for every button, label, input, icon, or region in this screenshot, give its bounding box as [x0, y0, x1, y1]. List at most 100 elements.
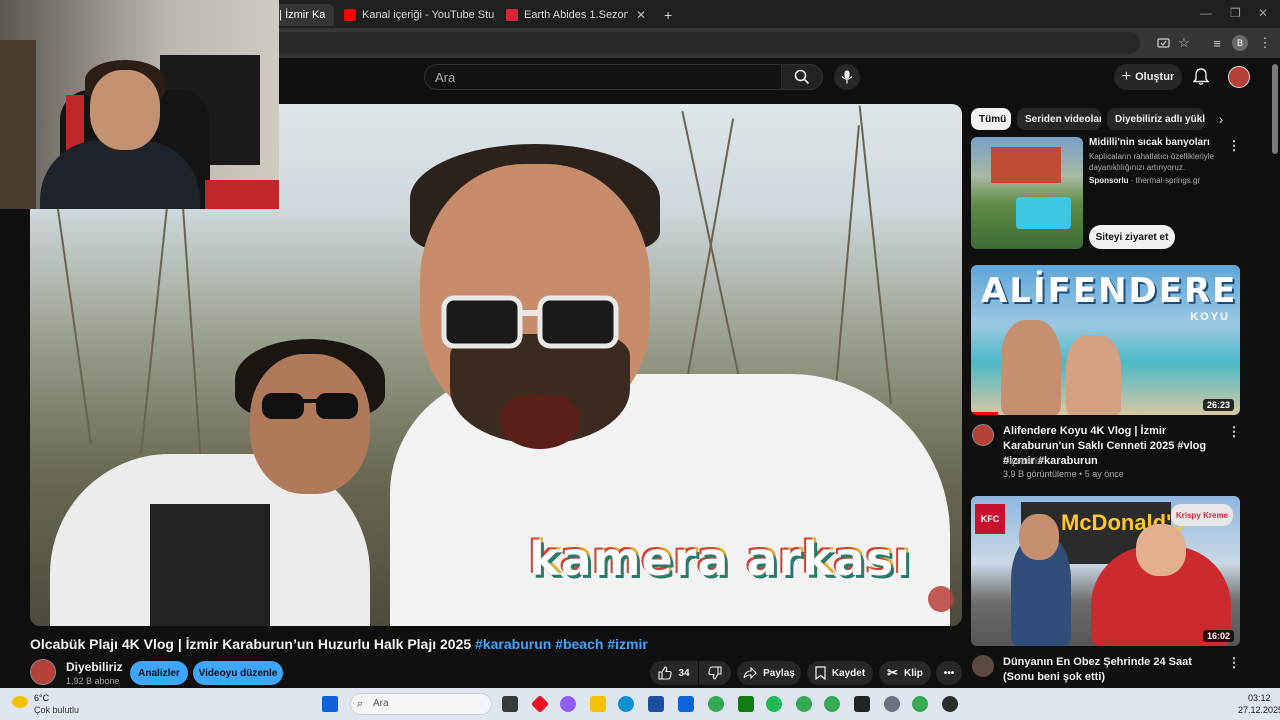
notifications-button[interactable] [1190, 66, 1212, 88]
close-icon[interactable]: ✕ [333, 8, 334, 22]
share-icon [743, 667, 757, 679]
sunglasses-icon [262, 393, 358, 419]
streamer-face [90, 70, 160, 150]
door [0, 40, 36, 209]
visit-site-button[interactable]: Siteyi ziyaret et [1089, 225, 1175, 249]
woman-face [250, 354, 370, 494]
task-view-icon[interactable] [502, 696, 518, 712]
search-input[interactable]: Ara [424, 64, 782, 90]
microphone-icon [841, 70, 853, 84]
scrollbar[interactable] [1272, 64, 1278, 154]
browser-menu-icon[interactable]: ⋮ [1256, 34, 1274, 52]
weather-cloud-icon[interactable] [12, 696, 28, 708]
minimize-icon[interactable]: — [1200, 6, 1212, 20]
ad-sponsor-line: Sponsorlu · thermal-springs.gr [1089, 176, 1200, 185]
app-icon[interactable] [530, 694, 550, 714]
edit-video-button[interactable]: Videoyu düzenle [193, 661, 283, 685]
settings-gear-icon[interactable] [884, 696, 900, 712]
like-button[interactable]: 34 [650, 661, 698, 685]
like-count: 34 [678, 667, 690, 679]
capcut-icon[interactable] [854, 696, 870, 712]
close-icon[interactable]: ✕ [636, 8, 646, 22]
voice-search-button[interactable] [834, 64, 860, 90]
taskbar-search[interactable]: Ara [350, 693, 492, 715]
video-duration: 16:02 [1202, 630, 1234, 642]
clock-date[interactable]: 27.12.2025 [1238, 705, 1280, 715]
channel-avatar[interactable] [972, 655, 994, 677]
channel-name[interactable]: Diyebiliriz [66, 660, 123, 674]
video-menu-icon[interactable]: ⋮ [1228, 655, 1241, 670]
video-title-text: Olcabük Plajı 4K Vlog | İzmir Karaburun’… [30, 636, 476, 652]
taskbar: 6°C Çok bulutlu Ara ⌕ 03:12 27.12.2025 [0, 688, 1280, 720]
video-duration: 26:23 [1202, 399, 1234, 411]
close-window-icon[interactable]: ✕ [1258, 6, 1268, 20]
thumbnail-person [1001, 320, 1061, 415]
clip-button[interactable]: ✂ Klip [879, 661, 931, 685]
chrome-icon[interactable] [824, 696, 840, 712]
save-button[interactable]: Kaydet [807, 661, 873, 685]
chip-channel-uploads[interactable]: Diyebiliriz adlı yükley [1107, 108, 1205, 130]
site-favicon-icon [506, 9, 518, 21]
account-avatar[interactable] [1228, 66, 1250, 88]
outlook-icon[interactable] [678, 696, 694, 712]
analytics-button[interactable]: Analizler [130, 661, 188, 685]
create-button[interactable]: + Oluştur [1114, 64, 1182, 90]
dislike-button[interactable] [699, 661, 731, 685]
woman-top [150, 504, 270, 626]
chevron-right-icon[interactable]: › [1212, 110, 1230, 128]
recommended-video-thumbnail[interactable]: McDonald's KFC Krispy Kreme 16:02 [971, 496, 1240, 646]
recommended-channel-name[interactable]: Diyebiliriz [1003, 456, 1042, 466]
ad-site: · thermal-springs.gr [1128, 176, 1201, 185]
red-cloth [205, 180, 279, 209]
store-icon[interactable] [648, 696, 664, 712]
restore-icon[interactable]: ❐ [1230, 6, 1241, 20]
share-button[interactable]: Paylaş [737, 661, 801, 685]
chrome-icon[interactable] [708, 696, 724, 712]
tab-youtube-studio[interactable]: Kanal içeriği - YouTube Studio ✕ [344, 4, 494, 26]
ad-thumbnail[interactable] [971, 137, 1083, 249]
cast-icon[interactable] [1154, 34, 1172, 52]
weather-temperature[interactable]: 6°C [34, 693, 49, 703]
file-explorer-icon[interactable] [590, 696, 606, 712]
channel-avatar[interactable] [972, 424, 994, 446]
sponsored-label: Sponsorlu [1089, 176, 1129, 185]
chrome-icon[interactable] [796, 696, 812, 712]
bookmark-star-icon[interactable]: ☆ [1175, 34, 1193, 52]
windows-start-icon[interactable] [322, 696, 338, 712]
recommended-video-title[interactable]: Dünyanın En Obez Şehrinde 24 Saat (Sonu … [1003, 655, 1223, 685]
spotify-icon[interactable] [766, 696, 782, 712]
profile-avatar[interactable]: B [1232, 35, 1248, 51]
media-control-icon[interactable]: ≡ [1208, 34, 1226, 52]
clock-time[interactable]: 03:12 [1248, 693, 1271, 703]
ad-title[interactable]: Midilli'nin sıcak banyoları [1089, 137, 1210, 148]
copilot-icon[interactable] [560, 696, 576, 712]
reed-stalk [858, 105, 892, 405]
subscriber-count: 1,92 B abone [66, 676, 120, 686]
more-actions-button[interactable]: ••• [936, 661, 962, 685]
watch-progress-bar [971, 412, 998, 415]
edge-icon[interactable] [618, 696, 634, 712]
tab-label: Kanal içeriği - YouTube Studio [362, 9, 494, 21]
url-field[interactable] [270, 32, 1140, 54]
recommended-video-thumbnail[interactable]: ALİFENDERE KOYU 26:23 [971, 265, 1240, 415]
obs-icon[interactable] [942, 696, 958, 712]
search-button[interactable] [781, 64, 823, 90]
chip-all[interactable]: Tümü [971, 108, 1011, 130]
scissors-icon: ✂ [887, 665, 898, 680]
chip-series-videos[interactable]: Seriden videolar [1017, 108, 1101, 130]
video-hashtags[interactable]: #karaburun #beach #izmir [475, 636, 648, 652]
channel-watermark[interactable] [928, 586, 954, 612]
video-menu-icon[interactable]: ⋮ [1228, 424, 1241, 439]
create-label: Oluştur [1135, 71, 1175, 83]
new-tab-button[interactable]: + [664, 4, 678, 26]
video-title: Olcabük Plajı 4K Vlog | İzmir Karaburun’… [30, 636, 970, 652]
ad-menu-icon[interactable]: ⋮ [1228, 138, 1241, 153]
xbox-icon[interactable] [738, 696, 754, 712]
thumbnail-logo-text: Krispy Kreme [1171, 504, 1233, 526]
chrome-icon[interactable] [912, 696, 928, 712]
weather-description[interactable]: Çok bulutlu [34, 705, 79, 715]
reed-stalk [680, 118, 735, 415]
thumbnail-person [1066, 335, 1121, 415]
channel-avatar[interactable] [30, 659, 56, 685]
tab-earth-abides[interactable]: Earth Abides 1.Sezon 4.Bölüm ✕ [506, 4, 654, 26]
